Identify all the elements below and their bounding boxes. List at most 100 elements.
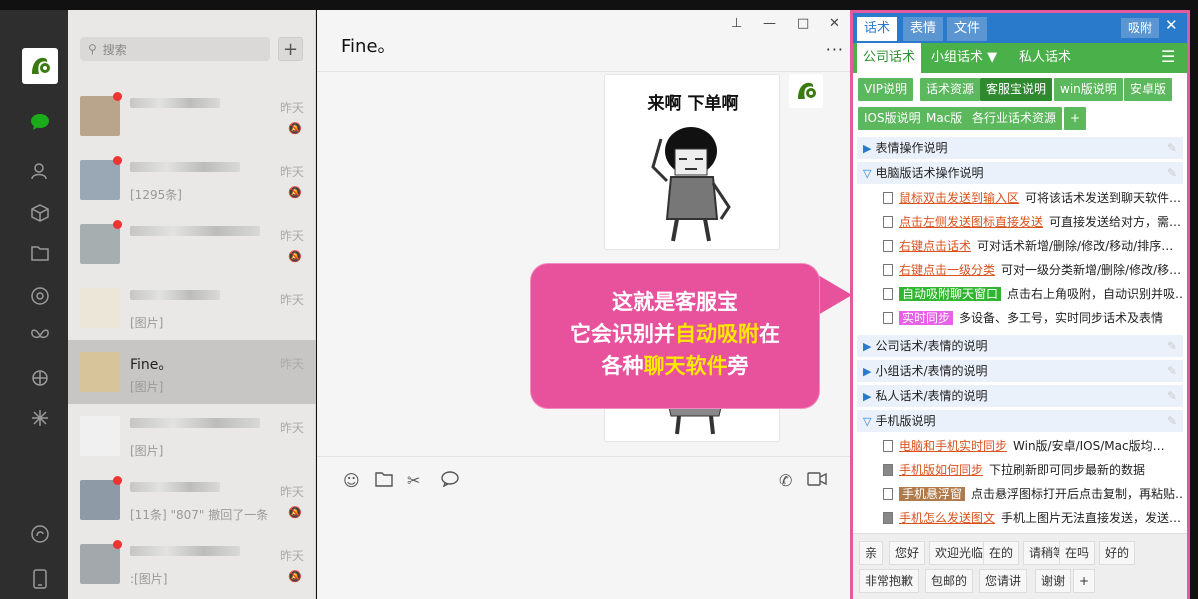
group-button[interactable]: 客服宝说明 (980, 78, 1053, 101)
mini-program-icon[interactable] (22, 520, 58, 548)
group-button[interactable]: Mac版 (920, 107, 969, 130)
tab-emoji[interactable]: 表情 (903, 17, 944, 41)
conversation-item[interactable]: [图片] 昨天 (68, 276, 316, 340)
tab-company-scripts[interactable]: 公司话术 (857, 43, 922, 73)
conversation-item[interactable]: Fine。 [图片] 昨天 (68, 340, 316, 404)
category-row[interactable]: ▶ 小组话术/表情的说明 ✎ (857, 360, 1183, 382)
conversation-item[interactable]: 昨天 🔕 (68, 84, 316, 148)
aperture-icon[interactable] (22, 282, 58, 310)
search-input[interactable]: ⚲ 搜索 (80, 37, 270, 61)
category-row[interactable]: ▶ 表情操作说明 ✎ (857, 137, 1183, 159)
script-link[interactable]: 点击左侧发送图标直接发送 (899, 215, 1043, 229)
close-button[interactable]: ✕ (829, 16, 840, 31)
add-chat-button[interactable]: + (278, 37, 303, 61)
phone-icon[interactable] (22, 565, 58, 593)
group-button[interactable]: 各行业话术资源 (966, 107, 1063, 130)
script-link[interactable]: 右键点击一级分类 (899, 263, 995, 277)
quick-phrase-button[interactable]: 您请讲 (979, 569, 1028, 593)
quick-phrase-button[interactable]: 您好 (889, 541, 926, 565)
script-link[interactable]: 手机怎么发送图文 (899, 511, 995, 525)
script-item[interactable]: 手机悬浮窗 点击悬浮图标打开后点击复制，再粘贴… (883, 483, 1183, 505)
edit-icon[interactable]: ✎ (1167, 360, 1177, 382)
attach-button[interactable]: 吸附 (1121, 18, 1159, 38)
group-button[interactable]: VIP说明 (858, 78, 913, 101)
script-item[interactable]: 点击左侧发送图标直接发送 可直接发送给对方，需… (883, 211, 1183, 233)
conversation-item[interactable]: [1295条] 昨天 🔕 (68, 148, 316, 212)
sparkle-icon[interactable] (22, 404, 58, 432)
group-button[interactable]: win版说明 (1054, 78, 1123, 101)
category-row[interactable]: ▶ 私人话术/表情的说明 ✎ (857, 385, 1183, 407)
script-link[interactable]: 鼠标双击发送到输入区 (899, 191, 1019, 205)
script-link[interactable]: 手机悬浮窗 (899, 487, 966, 501)
quick-phrase-button[interactable]: 欢迎光临 (929, 541, 990, 565)
script-link[interactable]: 实时同步 (899, 311, 954, 325)
script-item[interactable]: 手机怎么发送图文 手机上图片无法直接发送，发送… (883, 507, 1183, 529)
chat-history-icon[interactable] (441, 471, 459, 491)
edit-icon[interactable]: ✎ (1167, 385, 1177, 407)
more-button[interactable]: ··· (826, 40, 844, 59)
tab-private-scripts[interactable]: 私人话术 (1013, 43, 1077, 73)
maximize-button[interactable]: □ (797, 16, 809, 31)
script-link[interactable]: 自动吸附聊天窗口 (899, 287, 1002, 301)
screenshot-icon[interactable]: ✂ (407, 471, 420, 490)
collapsed-triangle-icon[interactable]: ▶ (863, 390, 871, 403)
conversation-item[interactable]: 昨天 🔕 (68, 212, 316, 276)
sticker-message[interactable]: 来啊 下单啊 (604, 74, 780, 250)
group-button[interactable]: + (1064, 107, 1087, 130)
document-icon[interactable] (883, 215, 893, 228)
script-item[interactable]: 右键点击话术 可对话术新增/删除/修改/移动/排序… (883, 235, 1183, 257)
conversation-item[interactable]: [图片] 昨天 (68, 404, 316, 468)
cube-outline-icon[interactable] (22, 364, 58, 392)
quick-phrase-button[interactable]: 亲 (859, 541, 884, 565)
category-row[interactable]: ▽ 电脑版话术操作说明 ✎ (857, 162, 1183, 184)
butterfly-icon[interactable] (22, 322, 58, 350)
quick-phrase-button[interactable]: 谢谢 (1035, 569, 1072, 593)
group-button[interactable]: 安卓版 (1124, 78, 1173, 101)
expanded-triangle-icon[interactable]: ▽ (863, 415, 871, 428)
self-avatar[interactable] (789, 74, 823, 108)
conversation-item[interactable]: :[图片] 昨天 🔕 (68, 532, 316, 596)
quick-phrase-button[interactable]: + (1073, 569, 1096, 593)
cube-icon[interactable] (22, 199, 58, 227)
document-icon[interactable] (883, 311, 893, 324)
contacts-icon[interactable] (22, 157, 58, 185)
script-item[interactable]: 电脑和手机实时同步 Win版/安卓/IOS/Mac版均… (883, 435, 1183, 457)
panel-close-icon[interactable]: ✕ (1165, 16, 1178, 34)
document-icon[interactable] (883, 287, 893, 300)
conversation-item[interactable]: [11条] "807" 撤回了一条 昨天 🔕 (68, 468, 316, 532)
emoji-icon[interactable]: ☺ (343, 471, 360, 490)
menu-icon[interactable]: ☰ (1161, 47, 1175, 66)
chat-icon[interactable] (22, 108, 58, 136)
quick-phrase-button[interactable]: 好的 (1099, 541, 1136, 565)
edit-icon[interactable]: ✎ (1167, 137, 1177, 159)
category-row[interactable]: ▽ 手机版说明 ✎ (857, 410, 1183, 432)
folder-icon[interactable] (22, 239, 58, 267)
script-item[interactable]: 实时同步 多设备、多工号，实时同步话术及表情 (883, 307, 1183, 329)
quick-phrase-button[interactable]: 非常抱歉 (859, 569, 920, 593)
edit-icon[interactable]: ✎ (1167, 335, 1177, 357)
collapsed-triangle-icon[interactable]: ▶ (863, 365, 871, 378)
group-button[interactable]: IOS版说明 (858, 107, 927, 130)
image-icon[interactable] (883, 511, 893, 524)
user-avatar[interactable] (22, 48, 58, 84)
document-icon[interactable] (883, 191, 893, 204)
script-link[interactable]: 电脑和手机实时同步 (899, 439, 1007, 453)
edit-icon[interactable]: ✎ (1167, 410, 1177, 432)
minimize-button[interactable]: — (763, 16, 776, 31)
collapsed-triangle-icon[interactable]: ▶ (863, 142, 871, 155)
quick-phrase-button[interactable]: 在吗 (1059, 541, 1096, 565)
message-input-area[interactable]: ☺ ✂ ✆ (317, 456, 850, 599)
document-icon[interactable] (883, 439, 893, 452)
document-icon[interactable] (883, 263, 893, 276)
group-button[interactable]: 话术资源 (920, 78, 981, 101)
pin-button[interactable]: ⊥ (731, 16, 742, 31)
script-item[interactable]: 手机版如何同步 下拉刷新即可同步最新的数据 (883, 459, 1183, 481)
voice-call-icon[interactable]: ✆ (779, 471, 792, 490)
quick-phrase-button[interactable]: 在的 (983, 541, 1020, 565)
tab-group-scripts[interactable]: 小组话术 ▼ (925, 43, 1003, 73)
category-row[interactable]: ▶ 公司话术/表情的说明 ✎ (857, 335, 1183, 357)
expanded-triangle-icon[interactable]: ▽ (863, 167, 871, 180)
document-icon[interactable] (883, 239, 893, 252)
script-link[interactable]: 右键点击话术 (899, 239, 971, 253)
edit-icon[interactable]: ✎ (1167, 162, 1177, 184)
